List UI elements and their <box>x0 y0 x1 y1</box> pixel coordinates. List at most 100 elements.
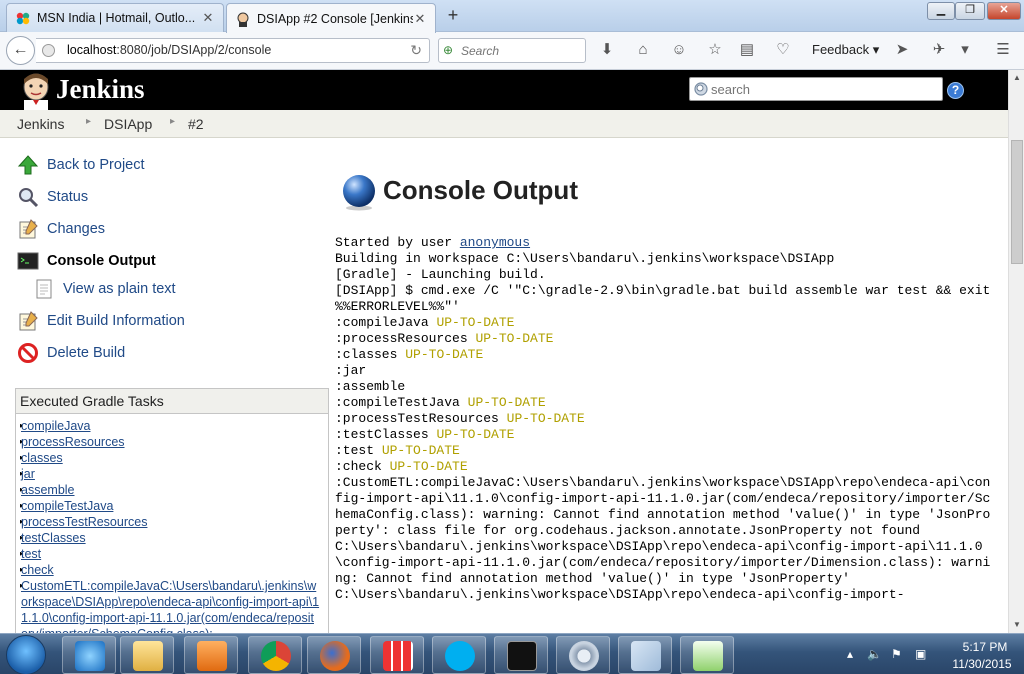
browser-search-input[interactable] <box>461 41 581 60</box>
list-item: processResources <box>20 434 320 450</box>
gradle-task-link[interactable]: processResources <box>21 434 125 450</box>
tab-jenkins-console[interactable]: DSIApp #2 Console [Jenkins] ✕ <box>226 3 436 33</box>
console-line: Building in workspace C:\Users\bandaru\.… <box>335 251 835 266</box>
start-button[interactable] <box>6 635 46 674</box>
chevron-right-icon[interactable]: ▸ <box>86 116 91 127</box>
taskbar-chrome[interactable] <box>248 636 302 674</box>
menu-icon[interactable]: ☰ <box>993 40 1013 60</box>
taskbar-internet-explorer[interactable] <box>62 636 116 674</box>
jenkins-logo-icon[interactable] <box>18 72 54 110</box>
console-line: :assemble <box>335 379 406 394</box>
jenkins-search-box[interactable] <box>689 77 943 101</box>
gradle-task-link[interactable]: assemble <box>21 482 75 498</box>
feedback-button[interactable]: Feedback ▾ <box>812 42 879 58</box>
send-icon[interactable]: ➤ <box>892 40 912 60</box>
window-close-button[interactable]: ✕ <box>987 2 1021 20</box>
taskbar-file-explorer[interactable] <box>120 636 174 674</box>
home-icon[interactable]: ⌂ <box>633 40 653 60</box>
gradle-task-list: compileJava processResources classes jar… <box>20 418 320 633</box>
gradle-task-link[interactable]: testClasses <box>21 530 86 546</box>
list-item: jar <box>20 466 320 482</box>
bookmark-star-icon[interactable]: ☆ <box>705 40 725 60</box>
volume-icon[interactable]: 🔈 <box>867 647 882 661</box>
notepad-edit-icon <box>19 311 38 331</box>
gradle-task-link[interactable]: CustomETL:compileJavaC:\Users\bandaru\.j… <box>21 578 320 633</box>
taskbar-command-prompt[interactable] <box>494 636 548 674</box>
new-tab-button[interactable]: + <box>444 6 462 25</box>
url-bar[interactable]: localhost:8080/job/DSIApp/2/console ↻ <box>36 38 430 63</box>
jenkins-header: Jenkins ? <box>0 70 1008 110</box>
scroll-up-arrow-icon[interactable]: ▲ <box>1009 70 1024 86</box>
task-back-to-project[interactable]: Back to Project <box>17 153 145 177</box>
help-icon[interactable]: ? <box>947 82 964 99</box>
task-changes[interactable]: Changes <box>17 217 105 241</box>
task-label: Changes <box>47 221 106 237</box>
console-line: C:\Users\bandaru\.jenkins\workspace\DSIA… <box>335 587 905 602</box>
gradle-task-link[interactable]: test <box>21 546 41 562</box>
list-item: CustomETL:compileJavaC:\Users\bandaru\.j… <box>20 578 320 633</box>
task-edit-build-information[interactable]: Edit Build Information <box>17 309 185 333</box>
ie-icon <box>75 641 105 671</box>
show-hidden-icons-chevron-icon[interactable]: ▴ <box>847 647 853 661</box>
command-prompt-icon <box>507 641 537 671</box>
taskbar-media-player[interactable] <box>184 636 238 674</box>
taskbar-skype[interactable] <box>432 636 486 674</box>
minimize-button[interactable]: ▁ <box>927 2 955 20</box>
back-button[interactable]: ← <box>6 36 35 65</box>
task-status[interactable]: Status <box>17 185 88 209</box>
task-console-output[interactable]: Console Output <box>17 249 156 273</box>
tab-label: DSIApp #2 Console [Jenkins] <box>257 11 413 26</box>
gradle-task-link[interactable]: compileJava <box>21 418 90 434</box>
no-entry-icon <box>18 343 38 363</box>
pocket-icon[interactable]: ♡ <box>773 40 793 60</box>
chat-icon[interactable]: ☺ <box>669 40 689 60</box>
jenkins-search-input[interactable] <box>711 80 936 99</box>
user-link[interactable]: anonymous <box>460 235 530 250</box>
task-delete-build[interactable]: Delete Build <box>17 341 125 365</box>
console-line: C:\Users\bandaru\.jenkins\workspace\DSIA… <box>335 539 991 586</box>
bookmarks-list-icon[interactable]: ▤ <box>737 40 757 60</box>
skype-icon <box>445 641 475 671</box>
list-item: classes <box>20 450 320 466</box>
gradle-task-link[interactable]: compileTestJava <box>21 498 113 514</box>
clock-time[interactable]: 5:17 PM <box>955 640 1015 654</box>
browser-search-bar[interactable]: ⊕ <box>438 38 586 63</box>
page-title: Console Output <box>383 175 578 205</box>
taskbar-notes[interactable] <box>618 636 672 674</box>
url-text[interactable]: localhost:8080/job/DSIApp/2/console <box>67 39 271 62</box>
taskbar-apps[interactable] <box>370 636 424 674</box>
extension-icon[interactable]: ✈ <box>929 40 949 60</box>
download-icon[interactable]: ⬇ <box>597 40 617 60</box>
task-view-plain-text[interactable]: View as plain text <box>33 277 176 301</box>
clock-date[interactable]: 11/30/2015 <box>946 657 1018 671</box>
terminal-icon <box>17 252 39 270</box>
gradle-panel-title: Executed Gradle Tasks <box>16 389 328 414</box>
list-item: testClasses <box>20 530 320 546</box>
scroll-down-arrow-icon[interactable]: ▼ <box>1009 617 1024 633</box>
action-center-icon[interactable]: ⚑ <box>891 647 902 661</box>
gradle-task-link[interactable]: classes <box>21 450 63 466</box>
breadcrumb-build-2[interactable]: #2 <box>188 116 204 132</box>
gear-icon <box>569 641 599 671</box>
gradle-task-link[interactable]: processTestResources <box>21 514 147 530</box>
taskbar-firefox[interactable] <box>307 636 361 674</box>
reload-icon[interactable]: ↻ <box>410 39 422 62</box>
close-icon[interactable]: ✕ <box>413 11 427 27</box>
tab-msn[interactable]: MSN India | Hotmail, Outlo... ✕ <box>6 3 224 32</box>
breadcrumb-jenkins[interactable]: Jenkins <box>17 116 64 132</box>
network-icon[interactable]: ▣ <box>915 647 926 661</box>
gradle-task-link[interactable]: check <box>21 562 54 578</box>
chevron-down-icon[interactable]: ▾ <box>955 40 975 60</box>
chevron-right-icon[interactable]: ▸ <box>170 116 175 127</box>
search-engine-icon: ⊕ <box>443 43 454 57</box>
breadcrumb-dsiapp[interactable]: DSIApp <box>104 116 152 132</box>
vertical-scrollbar[interactable]: ▲ ▼ <box>1008 70 1024 633</box>
close-icon[interactable]: ✕ <box>201 10 215 26</box>
maximize-button[interactable]: ❐ <box>955 2 985 20</box>
document-icon <box>36 279 52 299</box>
taskbar-settings[interactable] <box>556 636 610 674</box>
scrollbar-thumb[interactable] <box>1011 140 1023 264</box>
gradle-task-link[interactable]: jar <box>21 466 35 482</box>
taskbar-notepad-plus-plus[interactable] <box>680 636 734 674</box>
jenkins-title[interactable]: Jenkins <box>56 74 145 105</box>
